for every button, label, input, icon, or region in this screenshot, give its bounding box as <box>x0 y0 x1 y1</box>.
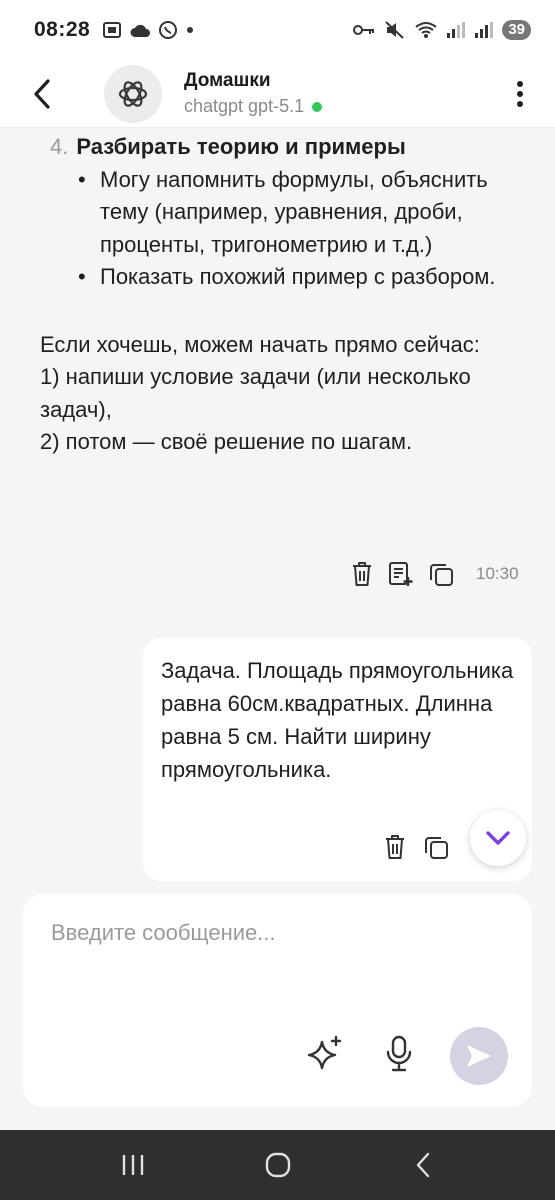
chevron-down-icon <box>486 831 510 845</box>
scroll-down-button[interactable] <box>470 810 526 866</box>
chat-subtitle: chatgpt gpt-5.1 <box>184 96 323 117</box>
signal-icon-2 <box>475 22 494 38</box>
recent-apps-icon <box>122 1155 143 1175</box>
battery-icon: 39 <box>502 20 531 40</box>
back-icon <box>416 1152 429 1178</box>
whatsapp-icon <box>159 21 178 39</box>
delete-icon[interactable] <box>350 561 374 587</box>
user-message-text: Задача. Площадь прямоугольника равна 60с… <box>161 658 514 782</box>
bullet-item: Могу напомнить формулы, объяснить тему (… <box>78 164 520 262</box>
chat-info[interactable]: Домашки chatgpt gpt-5.1 <box>184 70 323 117</box>
avatar[interactable] <box>104 64 162 123</box>
back-button[interactable] <box>12 64 72 124</box>
cloud-icon <box>130 24 151 37</box>
system-nav-bar <box>0 1130 555 1200</box>
online-status-icon <box>312 101 323 112</box>
recent-apps-button[interactable] <box>103 1140 163 1190</box>
wifi-icon <box>415 22 437 38</box>
user-message-actions <box>383 834 449 860</box>
key-icon <box>353 25 375 35</box>
home-icon <box>265 1152 290 1178</box>
message-time: 10:30 <box>476 564 519 583</box>
ai-suggest-button[interactable] <box>305 1034 345 1074</box>
message-paragraph: Если хочешь, можем начать прямо сейчас: … <box>40 329 520 459</box>
send-icon <box>467 1045 491 1067</box>
dot-icon <box>187 27 194 33</box>
paragraph-line: Если хочешь, можем начать прямо сейчас: <box>40 331 480 357</box>
openai-logo-icon <box>118 80 148 107</box>
paragraph-line: 1) напиши условие задачи (или несколько … <box>40 364 471 422</box>
list-title: Разбирать теорию и примеры <box>76 134 406 159</box>
copy-icon[interactable] <box>423 834 449 860</box>
screenshot-icon <box>103 22 122 38</box>
microphone-icon <box>386 1035 412 1072</box>
assistant-message-actions: 10:30 <box>350 561 519 587</box>
bullet-list: Могу напомнить формулы, объяснить тему (… <box>78 164 520 294</box>
more-options-button[interactable] <box>505 74 535 114</box>
message-composer <box>23 894 532 1107</box>
chat-header: Домашки chatgpt gpt-5.1 <box>0 60 555 128</box>
message-list[interactable]: 4. Разбирать теорию и примеры Могу напом… <box>0 128 555 888</box>
more-vertical-icon <box>517 80 523 107</box>
home-button[interactable] <box>248 1140 308 1190</box>
sparkle-icon <box>307 1035 342 1070</box>
back-nav-button[interactable] <box>393 1140 453 1190</box>
message-input[interactable] <box>51 920 491 946</box>
copy-icon[interactable] <box>428 561 454 587</box>
paragraph-line: 2) потом — своё решение по шагам. <box>40 429 413 454</box>
status-time: 08:28 <box>34 18 91 41</box>
microphone-button[interactable] <box>379 1034 419 1074</box>
bullet-item: Показать похожий пример с разбором. <box>78 261 520 294</box>
delete-icon[interactable] <box>383 834 407 860</box>
model-name: chatgpt gpt-5.1 <box>184 96 305 116</box>
chevron-left-icon <box>34 78 50 109</box>
assistant-message: 4. Разбирать теорию и примеры Могу напом… <box>40 128 520 459</box>
add-note-icon[interactable] <box>388 561 414 587</box>
status-system-icons: 39 <box>352 20 531 40</box>
chat-title: Домашки <box>184 70 271 91</box>
list-number: 4. <box>50 134 69 159</box>
list-heading: 4. Разбирать теорию и примеры <box>50 131 520 164</box>
status-bar: 08:28 39 <box>0 0 555 60</box>
send-button[interactable] <box>450 1027 508 1085</box>
mute-icon <box>385 21 404 39</box>
signal-icon <box>447 22 466 38</box>
status-notification-icons <box>102 20 195 40</box>
